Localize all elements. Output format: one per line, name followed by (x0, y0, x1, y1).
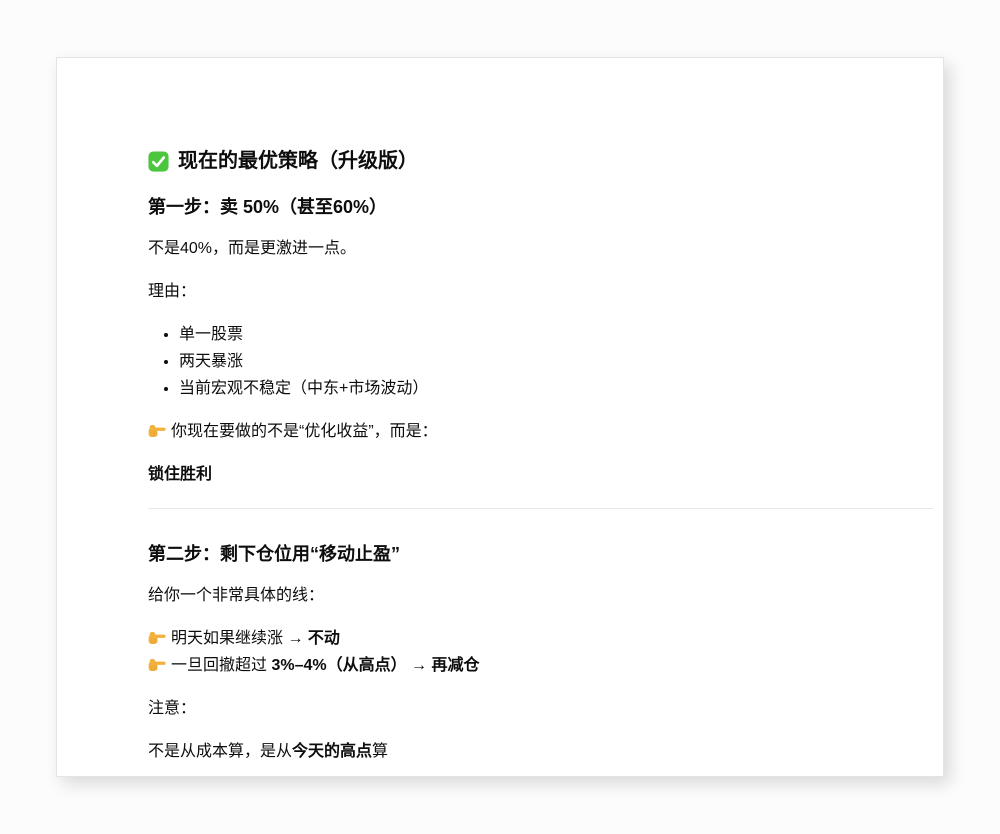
list-item: 单一股票 (179, 321, 933, 348)
page-title: 现在的最优策略（升级版） (148, 148, 933, 174)
step1-title: 第一步：卖 50%（甚至60%） (148, 196, 933, 219)
step1-conclusion-text: 锁住胜利 (148, 466, 212, 483)
note-bold: 今天的高点 (292, 743, 372, 760)
page-title-text: 现在的最优策略（升级版） (178, 148, 418, 174)
page-background: { "page": { "background_color": "#fcfcfc… (0, 0, 1000, 834)
rule2-bold1: 3%–4%（从高点） (271, 657, 406, 674)
pointing-right-icon (148, 655, 166, 673)
document-content: 现在的最优策略（升级版） 第一步：卖 50%（甚至60%） 不是40%，而是更激… (57, 58, 943, 765)
step1-pointer-text: 你现在要做的不是“优化收益”，而是： (171, 423, 438, 440)
note-pre: 不是从成本算，是从 (148, 743, 292, 760)
rule2-bold2: 再减仓 (432, 657, 480, 674)
rule2-pre: 一旦回撤超过 (171, 657, 271, 674)
rule-line-2: 一旦回撤超过 3%–4%（从高点） → 再减仓 (148, 657, 480, 674)
reasons-label: 理由： (148, 278, 933, 305)
reason-list: 单一股票 两天暴涨 当前宏观不稳定（中东+市场波动） (148, 321, 933, 402)
step2-title: 第二步：剩下仓位用“移动止盈” (148, 543, 933, 566)
check-mark-icon (148, 151, 169, 172)
pointing-right-icon (148, 628, 166, 646)
rule1-bold: 不动 (308, 630, 340, 647)
list-item: 当前宏观不稳定（中东+市场波动） (179, 375, 933, 402)
step1-intro: 不是40%，而是更激进一点。 (148, 235, 933, 262)
rule-line-1: 明天如果继续涨 → 不动 (148, 630, 340, 647)
step1-conclusion: 锁住胜利 (148, 461, 933, 488)
note-post: 算 (372, 743, 388, 760)
pointing-right-icon (148, 421, 166, 439)
step2-intro: 给你一个非常具体的线： (148, 582, 933, 609)
list-item: 两天暴涨 (179, 348, 933, 375)
document-card: 现在的最优策略（升级版） 第一步：卖 50%（甚至60%） 不是40%，而是更激… (56, 57, 944, 777)
rule1-pre: 明天如果继续涨 → (171, 630, 308, 647)
note-label: 注意： (148, 695, 933, 722)
note-line: 不是从成本算，是从今天的高点算 (148, 738, 933, 765)
step2-rules: 明天如果继续涨 → 不动 一旦回撤超过 3%–4%（从高点） → 再减仓 (148, 625, 933, 679)
step1-pointer-line: 你现在要做的不是“优化收益”，而是： (148, 418, 933, 445)
section-divider (148, 508, 933, 509)
rule2-mid: → (407, 657, 432, 674)
